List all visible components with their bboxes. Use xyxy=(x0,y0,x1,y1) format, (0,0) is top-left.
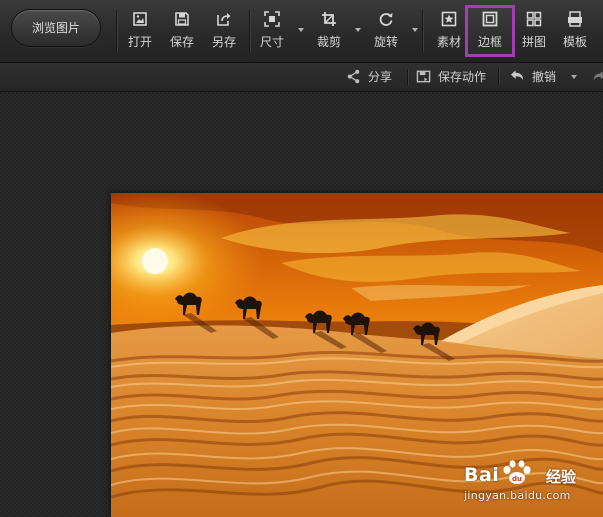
image-canvas[interactable]: Bai du 经验 jingyan.baidu.com xyxy=(0,92,603,517)
resize-button[interactable]: 尺寸 xyxy=(250,8,304,54)
resize-icon xyxy=(264,11,280,27)
image-editor-window: 浏览图片 打开 保存 另存 尺寸 裁剪 旋转 素材 边框 拼图 模板 分享 保存… xyxy=(0,0,603,517)
template-button[interactable]: 模板 xyxy=(553,8,597,54)
rotate-label: 旋转 xyxy=(373,35,398,49)
resize-label: 尺寸 xyxy=(259,35,284,49)
watermark-url: jingyan.baidu.com xyxy=(464,489,571,502)
save-icon xyxy=(175,12,189,26)
undo-dropdown-arrow-icon[interactable] xyxy=(571,75,577,79)
save-action-button[interactable]: 保存动作 xyxy=(416,63,492,91)
undo-label: 撤销 xyxy=(532,70,557,84)
share-icon xyxy=(347,69,360,84)
paw-logo-icon: du xyxy=(503,460,531,484)
save-as-icon xyxy=(217,13,231,26)
sticker-icon xyxy=(441,11,457,27)
action-divider xyxy=(407,69,408,85)
collage-icon xyxy=(526,11,542,27)
rotate-icon xyxy=(379,13,393,26)
open-image-icon xyxy=(133,12,147,26)
save-action-label: 保存动作 xyxy=(438,70,487,84)
crop-icon xyxy=(322,12,336,26)
save-as-button[interactable]: 另存 xyxy=(202,8,246,54)
watermark-brand: Bai xyxy=(464,464,500,486)
crop-label: 裁剪 xyxy=(316,35,341,49)
crop-button[interactable]: 裁剪 xyxy=(307,8,361,54)
watermark-suffix: 经验 xyxy=(546,468,577,486)
action-bar: 分享 保存动作 撤销 xyxy=(0,63,603,92)
template-label: 模板 xyxy=(562,35,587,49)
redo-icon[interactable] xyxy=(592,70,603,84)
browse-images-button[interactable]: 浏览图片 xyxy=(11,9,101,47)
action-divider xyxy=(498,69,499,85)
undo-button[interactable]: 撤销 xyxy=(510,63,560,91)
rotate-dropdown-arrow-icon[interactable] xyxy=(412,28,418,32)
frame-icon xyxy=(482,11,498,27)
undo-icon xyxy=(510,70,524,81)
main-toolbar: 浏览图片 打开 保存 另存 尺寸 裁剪 旋转 素材 边框 拼图 模板 xyxy=(0,0,603,63)
crop-dropdown-arrow-icon[interactable] xyxy=(355,28,361,32)
svg-text:du: du xyxy=(512,475,522,483)
share-label: 分享 xyxy=(368,70,393,84)
save-action-icon xyxy=(416,70,431,83)
share-button[interactable]: 分享 xyxy=(346,63,396,91)
template-icon xyxy=(568,11,582,27)
baidu-jingyan-watermark: Bai du 经验 jingyan.baidu.com xyxy=(460,452,600,512)
resize-dropdown-arrow-icon[interactable] xyxy=(298,28,304,32)
rotate-button[interactable]: 旋转 xyxy=(364,8,418,54)
